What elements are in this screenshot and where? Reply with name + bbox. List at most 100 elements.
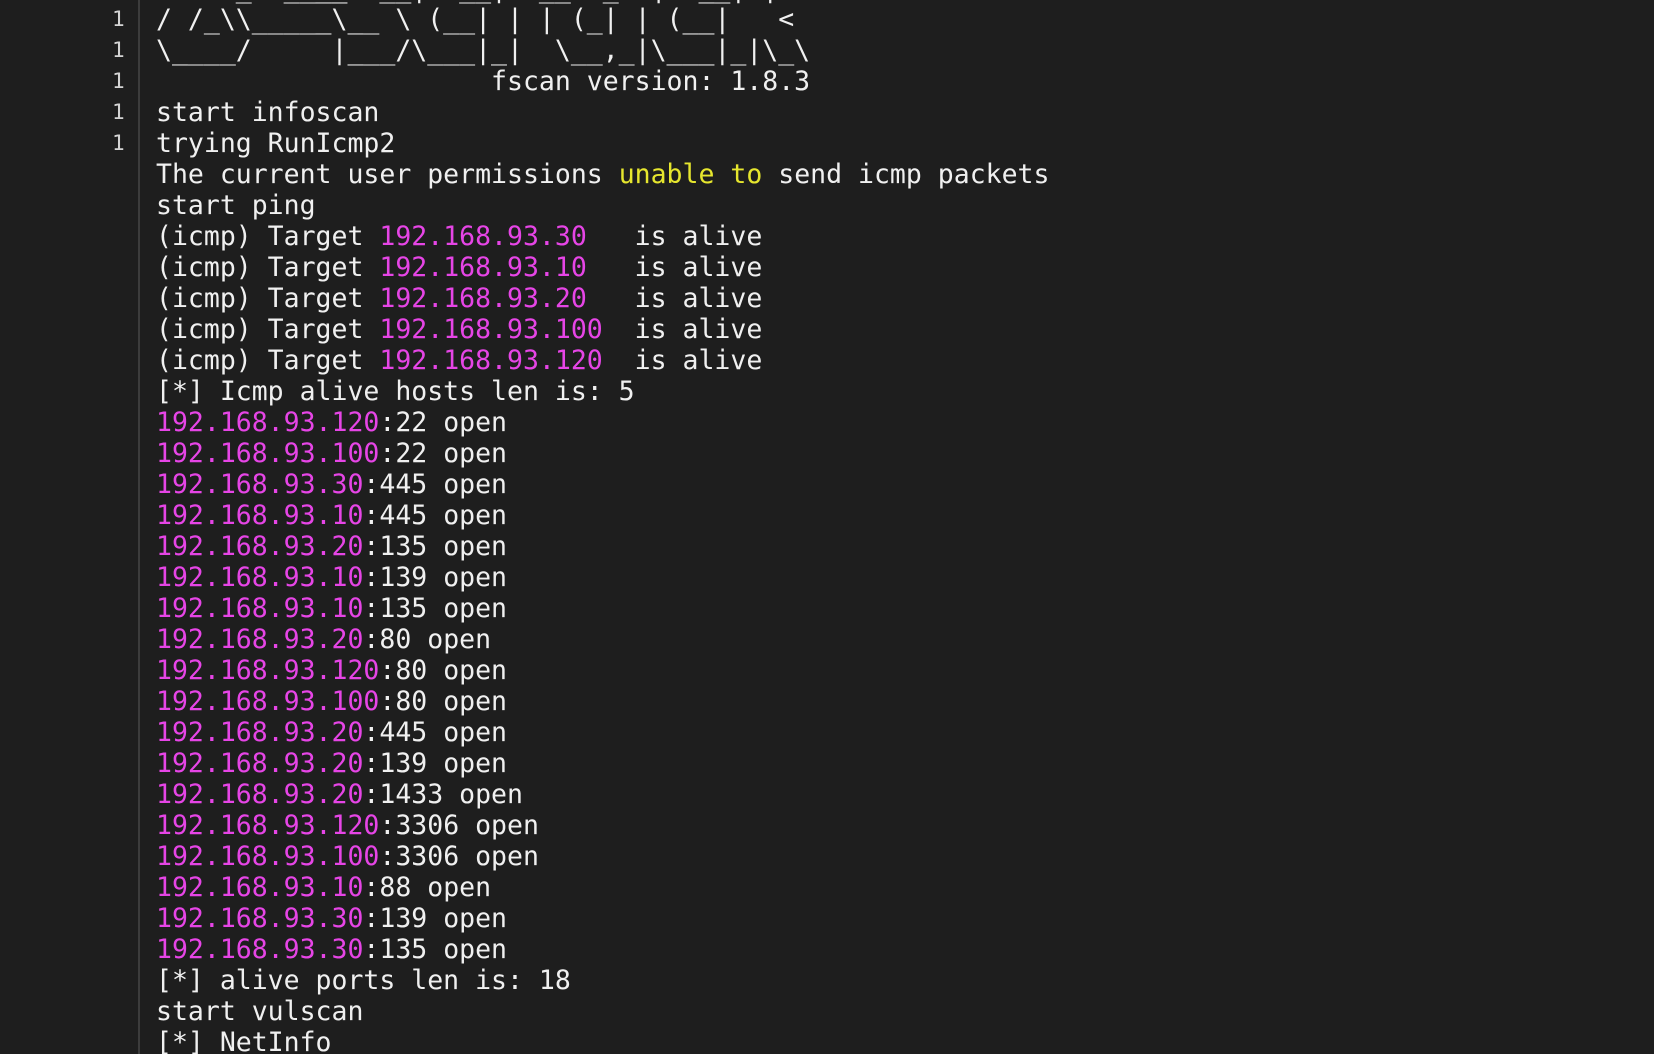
- output-text: is alive: [586, 221, 763, 252]
- line-number-gutter: 1 1 1 1 1: [0, 0, 138, 1054]
- terminal-line: 192.168.93.20:135 open: [156, 531, 1049, 562]
- terminal-line: 192.168.93.120:3306 open: [156, 810, 1049, 841]
- line-number: 1: [112, 7, 125, 31]
- output-text: :80 open: [363, 624, 492, 655]
- ip-address: 192.168.93.120: [156, 407, 380, 438]
- output-text: (icmp) Target: [156, 252, 380, 283]
- ip-address: 192.168.93.100: [156, 686, 380, 717]
- ip-address: 192.168.93.10: [156, 500, 364, 531]
- warning-text: unable to: [618, 159, 763, 190]
- output-text: :445 open: [363, 500, 508, 531]
- terminal-line: fscan version: 1.8.3: [156, 66, 1049, 97]
- output-text: is alive: [586, 252, 763, 283]
- output-text: start vulscan: [156, 996, 364, 1027]
- terminal-line: start ping: [156, 190, 1049, 221]
- gutter-divider: [138, 0, 140, 1054]
- ip-address: 192.168.93.100: [156, 438, 380, 469]
- output-text: :445 open: [363, 717, 508, 748]
- terminal-line: \____/ |___/\___|_| \__,_|\___|_|\_\: [156, 35, 1049, 66]
- output-text: :80 open: [379, 686, 508, 717]
- terminal-line: 192.168.93.20:445 open: [156, 717, 1049, 748]
- output-text: :139 open: [363, 903, 508, 934]
- output-text: :22 open: [379, 438, 508, 469]
- terminal-line: 192.168.93.120:80 open: [156, 655, 1049, 686]
- ip-address: 192.168.93.120: [156, 655, 380, 686]
- output-text: :135 open: [363, 593, 508, 624]
- terminal-line: trying RunIcmp2: [156, 128, 1049, 159]
- output-text: [*] NetInfo: [156, 1027, 332, 1054]
- output-text: :88 open: [363, 872, 492, 903]
- ip-address: 192.168.93.30: [156, 903, 364, 934]
- ip-address: 192.168.93.100: [379, 314, 603, 345]
- output-text: is alive: [586, 283, 763, 314]
- output-text: send icmp packets: [762, 159, 1050, 190]
- output-text: :135 open: [363, 531, 508, 562]
- ip-address: 192.168.93.20: [156, 531, 364, 562]
- terminal-line: 192.168.93.120:22 open: [156, 407, 1049, 438]
- output-text: :3306 open: [379, 810, 539, 841]
- output-text: :135 open: [363, 934, 508, 965]
- terminal-line: (icmp) Target 192.168.93.20 is alive: [156, 283, 1049, 314]
- terminal-line: The current user permissions unable to s…: [156, 159, 1049, 190]
- output-text: \____/ |___/\___|_| \__,_|\___|_|\_\: [156, 35, 811, 66]
- ip-address: 192.168.93.30: [156, 469, 364, 500]
- output-text: [*] alive ports len is: 18: [156, 965, 571, 996]
- output-text: (icmp) Target: [156, 283, 380, 314]
- line-number: 1: [112, 131, 125, 155]
- terminal-line: [*] alive ports len is: 18: [156, 965, 1049, 996]
- terminal-line: 192.168.93.20:1433 open: [156, 779, 1049, 810]
- ip-address: 192.168.93.20: [156, 624, 364, 655]
- output-text: :445 open: [363, 469, 508, 500]
- terminal-line: (icmp) Target 192.168.93.100 is alive: [156, 314, 1049, 345]
- output-text: fscan version: 1.8.3: [156, 66, 811, 97]
- terminal-line: 192.168.93.30:139 open: [156, 903, 1049, 934]
- line-number: 1: [112, 38, 125, 62]
- terminal-line: 192.168.93.100:80 open: [156, 686, 1049, 717]
- terminal-line: (icmp) Target 192.168.93.30 is alive: [156, 221, 1049, 252]
- terminal-line: 192.168.93.100:22 open: [156, 438, 1049, 469]
- terminal-line: 192.168.93.100:3306 open: [156, 841, 1049, 872]
- output-text: start infoscan: [156, 97, 380, 128]
- ip-address: 192.168.93.10: [379, 252, 587, 283]
- output-text: :3306 open: [379, 841, 539, 872]
- output-text: The current user permissions: [156, 159, 619, 190]
- output-text: :22 open: [379, 407, 508, 438]
- ip-address: 192.168.93.20: [156, 779, 364, 810]
- terminal-line: start infoscan: [156, 97, 1049, 128]
- output-text: is alive: [602, 345, 763, 376]
- terminal-line: [*] Icmp alive hosts len is: 5: [156, 376, 1049, 407]
- terminal-line: 192.168.93.10:139 open: [156, 562, 1049, 593]
- ip-address: 192.168.93.10: [156, 872, 364, 903]
- output-text: (icmp) Target: [156, 345, 380, 376]
- ip-address: 192.168.93.10: [156, 562, 364, 593]
- terminal-window[interactable]: 1 1 1 1 1 / /_\/____/ __|/ __| __/ _` |/ __|…: [0, 0, 1654, 1054]
- terminal-line: 192.168.93.10:135 open: [156, 593, 1049, 624]
- ip-address: 192.168.93.20: [379, 283, 587, 314]
- line-number: 1: [112, 69, 125, 93]
- ip-address: 192.168.93.100: [156, 841, 380, 872]
- terminal-line: 192.168.93.10:445 open: [156, 500, 1049, 531]
- output-text: :80 open: [379, 655, 508, 686]
- ip-address: 192.168.93.120: [156, 810, 380, 841]
- terminal-line: 192.168.93.20:80 open: [156, 624, 1049, 655]
- terminal-line: / /_\\_____\__ \ (__| | | (_| | (__| <: [156, 4, 1049, 35]
- output-text: start ping: [156, 190, 316, 221]
- ip-address: 192.168.93.30: [156, 934, 364, 965]
- ip-address: 192.168.93.120: [379, 345, 603, 376]
- output-text: / /_\\_____\__ \ (__| | | (_| | (__| <: [156, 4, 795, 35]
- terminal-line: start vulscan: [156, 996, 1049, 1027]
- line-number: 1: [112, 100, 125, 124]
- output-text: :139 open: [363, 562, 508, 593]
- output-text: (icmp) Target: [156, 221, 380, 252]
- ip-address: 192.168.93.20: [156, 717, 364, 748]
- output-text: :139 open: [363, 748, 508, 779]
- output-text: [*] Icmp alive hosts len is: 5: [156, 376, 635, 407]
- terminal-line: [*] NetInfo: [156, 1027, 1049, 1054]
- terminal-output[interactable]: / /_\/____/ __|/ __| __/ _` |/ __| |/ //…: [156, 0, 1049, 1054]
- terminal-line: 192.168.93.10:88 open: [156, 872, 1049, 903]
- terminal-line: (icmp) Target 192.168.93.120 is alive: [156, 345, 1049, 376]
- ip-address: 192.168.93.20: [156, 748, 364, 779]
- terminal-line: 192.168.93.30:445 open: [156, 469, 1049, 500]
- ip-address: 192.168.93.30: [379, 221, 587, 252]
- terminal-line: 192.168.93.30:135 open: [156, 934, 1049, 965]
